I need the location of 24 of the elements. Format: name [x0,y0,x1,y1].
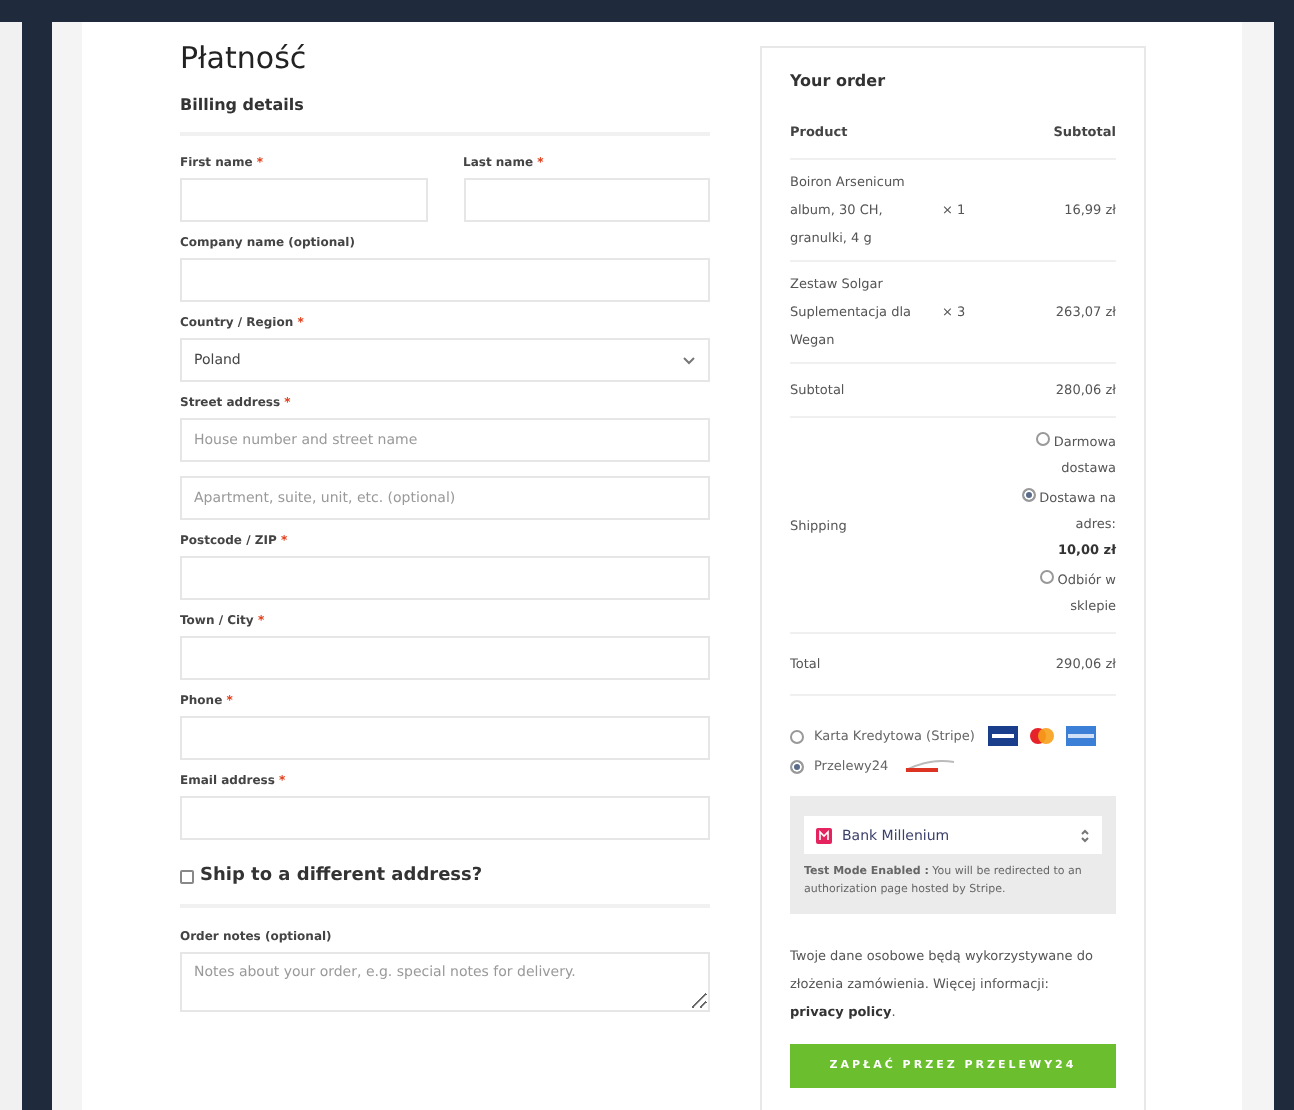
order-heading: Your order [790,72,888,90]
circles-icon [1028,726,1057,746]
page-title: Płatność [180,40,309,76]
input-field[interactable] [180,716,710,760]
input-field[interactable] [180,636,710,680]
radio-button[interactable] [1039,570,1054,584]
radio-button[interactable] [1035,432,1050,446]
radio-button[interactable] [1021,488,1036,502]
checkbox-label: Ship to a different address? [200,866,483,886]
input-field[interactable] [463,178,710,222]
card-icon [988,726,1019,746]
section-heading: Billing details [180,96,710,136]
input-field[interactable] [180,556,710,600]
input-field[interactable] [180,258,710,302]
input-field[interactable] [180,178,427,222]
card-icon [1066,726,1097,746]
bank-icon [816,827,832,843]
input-field[interactable] [180,796,710,840]
radio-button[interactable] [790,729,804,743]
chevron-down-icon [682,355,696,365]
logo-icon [902,756,959,776]
checkbox[interactable] [180,869,194,883]
sort-icon [1080,827,1090,843]
radio-button[interactable] [790,759,804,773]
